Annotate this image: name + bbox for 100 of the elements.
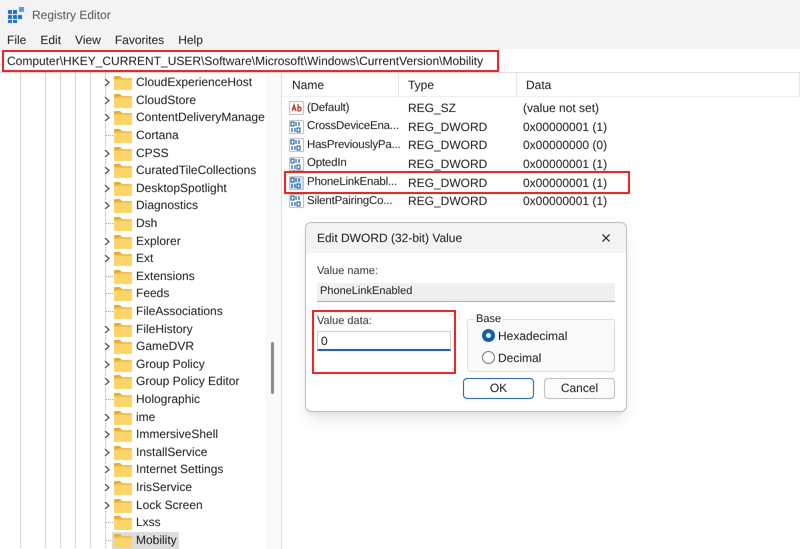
tree-item[interactable]: CPSS bbox=[134, 144, 171, 162]
scrollbar-thumb[interactable] bbox=[271, 342, 274, 394]
table-cell-text: REG_DWORD bbox=[408, 118, 488, 136]
folder-icon bbox=[114, 92, 132, 108]
window-title: Registry Editor bbox=[32, 7, 111, 24]
table-cell-text: REG_DWORD bbox=[408, 137, 488, 154]
tree-item[interactable]: Internet Settings bbox=[134, 461, 226, 478]
column-header[interactable]: Name bbox=[282, 73, 399, 96]
table-cell-text: 0x00000001 (1) bbox=[523, 156, 608, 174]
menu-item[interactable]: Favorites bbox=[114, 30, 164, 48]
dialog-button[interactable]: OK bbox=[463, 378, 534, 398]
column-header[interactable]: Type bbox=[399, 73, 517, 96]
menu-item[interactable]: Help bbox=[178, 30, 203, 48]
folder-icon bbox=[114, 462, 132, 478]
expand-chevron-icon[interactable] bbox=[104, 236, 110, 246]
folder-icon bbox=[114, 427, 132, 442]
tree-item[interactable]: DesktopSpotlight bbox=[134, 180, 229, 197]
tree-item[interactable]: CuratedTileCollections bbox=[134, 162, 258, 180]
folder-icon bbox=[114, 216, 132, 232]
folder-icon bbox=[114, 128, 132, 144]
menu-item[interactable]: View bbox=[75, 30, 101, 48]
tree-item[interactable]: Cortana bbox=[134, 127, 181, 144]
tree-item[interactable]: Extensions bbox=[134, 268, 197, 285]
folder-icon bbox=[114, 198, 132, 214]
folder-icon bbox=[114, 110, 132, 126]
dialog-title: Edit DWORD (32-bit) Value bbox=[317, 230, 462, 247]
tree-item[interactable]: Diagnostics bbox=[134, 197, 200, 214]
folder-icon bbox=[114, 268, 132, 284]
table-cell-text: PhoneLinkEnabl... bbox=[307, 175, 398, 190]
folder-icon bbox=[114, 515, 132, 530]
tree-item[interactable]: InstallService bbox=[134, 444, 210, 461]
table-cell-text: REG_SZ bbox=[408, 100, 458, 118]
folder-icon bbox=[114, 532, 132, 548]
dialog-button[interactable]: Cancel bbox=[544, 378, 615, 398]
expand-chevron-icon[interactable] bbox=[104, 412, 110, 422]
table-cell-text: (value not set) bbox=[523, 100, 600, 118]
expand-chevron-icon[interactable] bbox=[104, 184, 110, 193]
field-label: Value name: bbox=[317, 264, 379, 279]
tree-item[interactable]: GameDVR bbox=[134, 338, 196, 356]
field-label: Value data: bbox=[317, 314, 373, 328]
expand-chevron-icon[interactable] bbox=[104, 482, 110, 492]
expand-chevron-icon[interactable] bbox=[104, 448, 110, 457]
registry-icon bbox=[8, 7, 24, 23]
tree-item[interactable]: Ext bbox=[134, 250, 156, 268]
tree-item[interactable]: CloudExperienceHost bbox=[134, 74, 254, 92]
expand-chevron-icon[interactable] bbox=[104, 360, 110, 369]
tree-item[interactable]: Feeds bbox=[134, 285, 172, 302]
table-cell-text: CrossDeviceEna... bbox=[307, 119, 400, 134]
tree-item[interactable]: FileHistory bbox=[134, 320, 195, 338]
table-cell-text: 0x00000001 (1) bbox=[523, 174, 608, 192]
tree-item[interactable]: IrisService bbox=[134, 478, 194, 496]
expand-chevron-icon[interactable] bbox=[104, 324, 110, 334]
table-cell-text: REG_DWORD bbox=[408, 193, 488, 210]
tree-item[interactable]: FileAssociations bbox=[134, 303, 225, 320]
tree-item[interactable]: Dsh bbox=[134, 215, 160, 232]
tree-item[interactable]: Group Policy bbox=[134, 356, 207, 373]
table-cell-text: 0x00000000 (0) bbox=[523, 137, 608, 154]
radio-label: Hexadecimal bbox=[498, 328, 568, 344]
radio-button[interactable] bbox=[482, 351, 495, 364]
close-button[interactable]: × bbox=[594, 228, 618, 248]
table-cell-text: REG_DWORD bbox=[408, 174, 488, 192]
expand-chevron-icon[interactable] bbox=[104, 78, 110, 88]
folder-icon bbox=[114, 339, 132, 354]
expand-chevron-icon[interactable] bbox=[104, 148, 110, 158]
column-header[interactable]: Data bbox=[517, 73, 800, 96]
folder-icon bbox=[114, 444, 132, 460]
radio-button[interactable] bbox=[482, 329, 495, 342]
expand-chevron-icon[interactable] bbox=[104, 166, 110, 176]
expand-chevron-icon[interactable] bbox=[104, 377, 110, 386]
menu-item[interactable]: File bbox=[7, 30, 26, 48]
tree-item[interactable]: Explorer bbox=[134, 232, 183, 250]
folder-icon bbox=[114, 75, 132, 90]
expand-chevron-icon[interactable] bbox=[104, 465, 110, 474]
expand-chevron-icon[interactable] bbox=[104, 430, 110, 440]
tree-item[interactable]: Group Policy Editor bbox=[134, 373, 242, 390]
menu-item[interactable]: Edit bbox=[40, 30, 62, 48]
folder-icon bbox=[114, 180, 132, 196]
folder-icon bbox=[114, 304, 132, 320]
folder-icon bbox=[114, 480, 132, 495]
expand-chevron-icon[interactable] bbox=[104, 254, 110, 264]
tree-item[interactable]: ime bbox=[134, 408, 158, 426]
expand-chevron-icon[interactable] bbox=[104, 96, 110, 105]
tree-item[interactable]: ImmersiveShell bbox=[134, 426, 220, 444]
value-name-field: PhoneLinkEnabled bbox=[317, 282, 615, 302]
folder-icon bbox=[114, 163, 132, 178]
folder-icon bbox=[114, 374, 132, 390]
tree-item[interactable]: Lock Screen bbox=[134, 496, 205, 514]
expand-chevron-icon[interactable] bbox=[104, 201, 110, 210]
value-data-field[interactable]: 0 bbox=[317, 331, 451, 351]
folder-icon bbox=[114, 356, 132, 372]
tree-item[interactable]: Lxss bbox=[134, 514, 163, 532]
expand-chevron-icon[interactable] bbox=[104, 342, 110, 352]
address-bar[interactable]: Computer\HKEY_CURRENT_USER\Software\Microsoft\Windows\CurrentVersion\Mobility bbox=[2, 50, 499, 72]
folder-icon bbox=[114, 410, 132, 425]
tree-item[interactable]: Holographic bbox=[134, 390, 202, 408]
tree-item[interactable]: CloudStore bbox=[134, 92, 198, 109]
expand-chevron-icon[interactable] bbox=[104, 500, 110, 510]
tree-item[interactable]: ContentDeliveryManage bbox=[134, 109, 267, 126]
folder-icon bbox=[114, 234, 132, 249]
expand-chevron-icon[interactable] bbox=[104, 113, 110, 122]
